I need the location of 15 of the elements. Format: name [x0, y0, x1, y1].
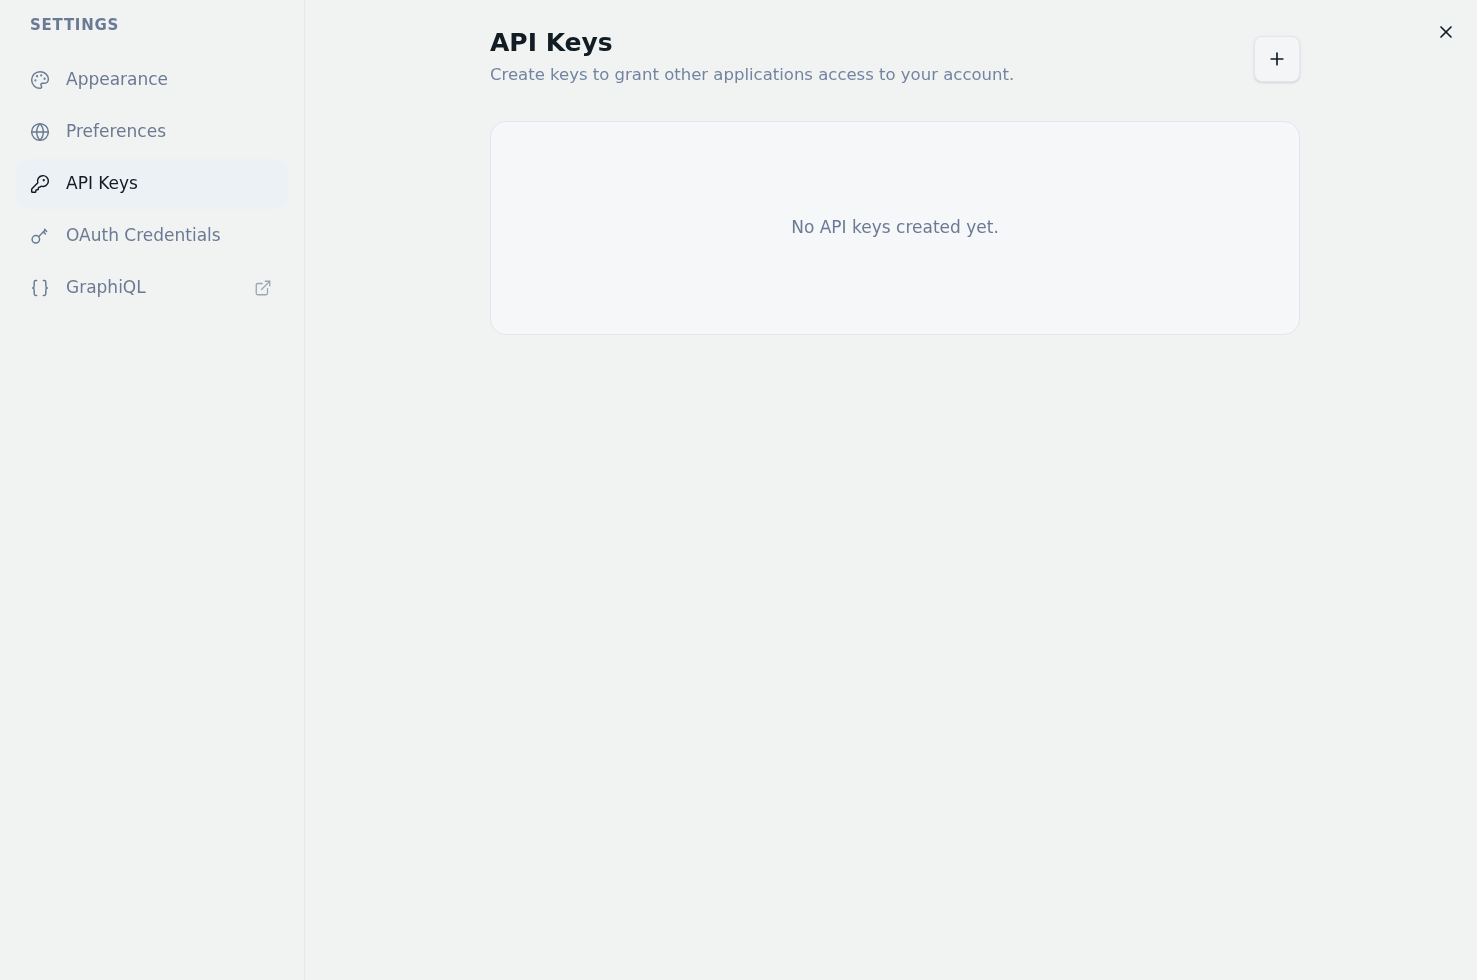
- sidebar-item[interactable]: Appearance: [16, 54, 288, 105]
- sidebar-item[interactable]: OAuth Credentials: [16, 210, 288, 261]
- sidebar-item[interactable]: GraphiQL: [16, 262, 288, 313]
- page-description: Create keys to grant other applications access to your account.: [490, 64, 1015, 86]
- sidebar-item[interactable]: API Keys: [16, 158, 288, 209]
- empty-message: No API keys created yet.: [791, 216, 999, 240]
- sidebar-heading: SETTINGS: [29, 15, 121, 36]
- palette-icon: [30, 69, 50, 90]
- external-link-icon: [254, 278, 272, 297]
- add-button[interactable]: [1254, 36, 1300, 82]
- braces-icon: [30, 277, 50, 298]
- sidebar-item[interactable]: Preferences: [16, 106, 288, 157]
- page-title: API Keys: [490, 28, 613, 58]
- globe-icon: [30, 121, 50, 142]
- key-icon: [30, 173, 50, 194]
